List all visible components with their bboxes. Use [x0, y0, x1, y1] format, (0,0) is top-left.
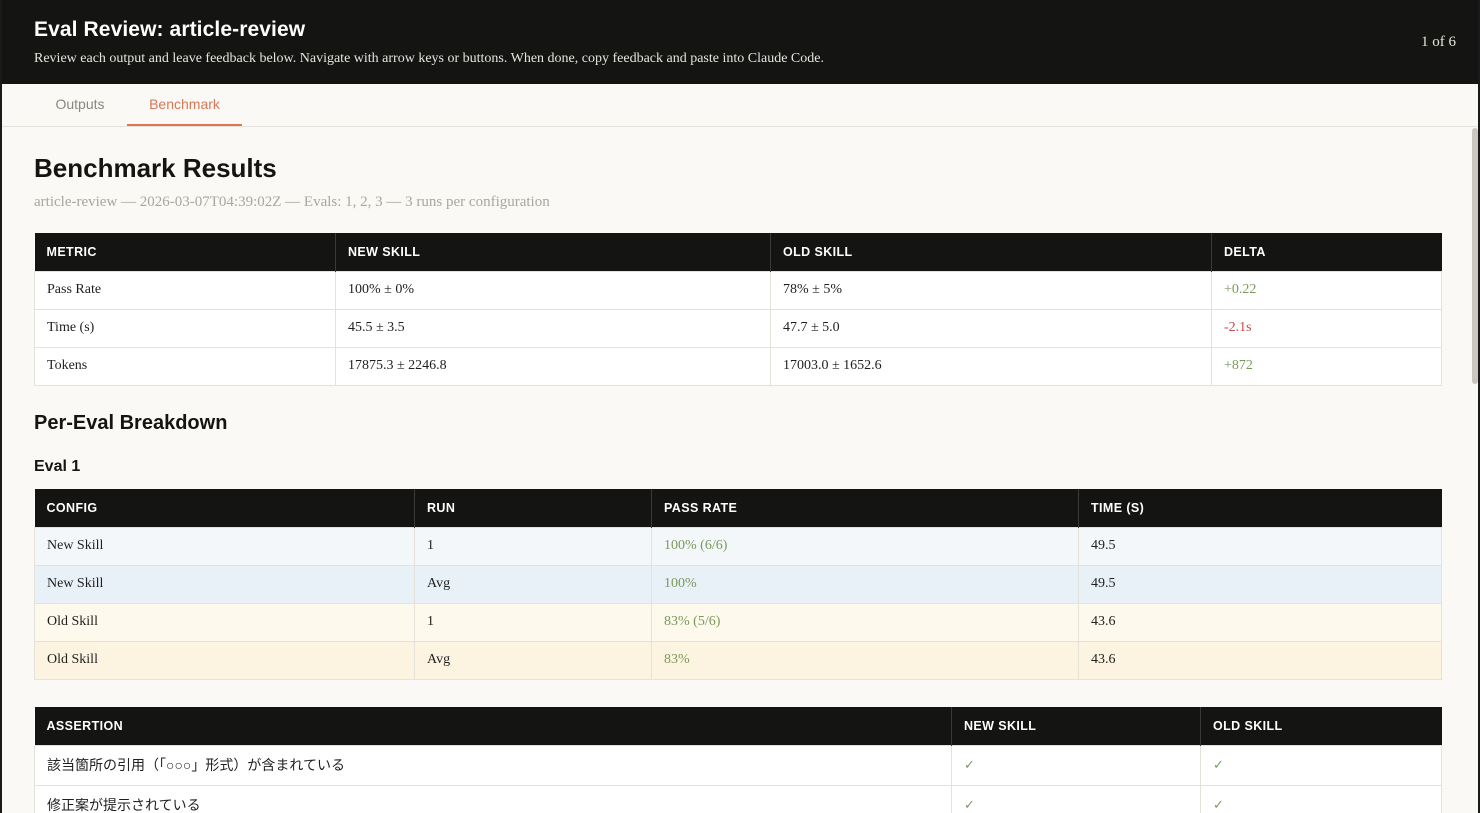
tab-outputs[interactable]: Outputs: [34, 84, 126, 126]
time-cell: 43.6: [1078, 602, 1442, 642]
summary-table: METRIC NEW SKILL OLD SKILL DELTA Pass Ra…: [34, 233, 1442, 386]
pass-rate-cell: 100% (6/6): [651, 526, 1079, 566]
config-cell: Old Skill: [34, 640, 415, 680]
eval-header-row: CONFIG RUN PASS RATE TIME (S): [34, 489, 1442, 527]
new-skill-value: 17875.3 ± 2246.8: [335, 346, 771, 386]
config-cell: New Skill: [34, 526, 415, 566]
col-new-skill: NEW SKILL: [335, 233, 771, 271]
config-cell: Old Skill: [34, 602, 415, 642]
tab-benchmark[interactable]: Benchmark: [127, 84, 242, 126]
benchmark-meta: article-review — 2026-03-07T04:39:02Z — …: [34, 194, 550, 211]
new-skill-value: 45.5 ± 3.5: [335, 308, 771, 348]
col-run: RUN: [414, 489, 652, 527]
assertion-text: 修正案が提示されている: [34, 784, 952, 813]
assertions-header-row: ASSERTION NEW SKILL OLD SKILL: [34, 707, 1442, 745]
time-cell: 43.6: [1078, 640, 1442, 680]
header-instructions: Review each output and leave feedback be…: [34, 51, 824, 66]
pass-rate-cell: 83% (5/6): [651, 602, 1079, 642]
table-row: New Skill 1 100% (6/6) 49.5: [34, 526, 1442, 566]
eval-1-table: CONFIG RUN PASS RATE TIME (S) New Skill …: [34, 489, 1442, 680]
meta-details: — 2026-03-07T04:39:02Z — Evals: 1, 2, 3 …: [117, 194, 550, 210]
page-header-title: Eval Review: article-review: [34, 18, 306, 41]
pass-rate-cell: 100%: [651, 564, 1079, 604]
pass-rate-cell: 83%: [651, 640, 1079, 680]
old-skill-value: 17003.0 ± 1652.6: [770, 346, 1212, 386]
delta-value: +0.22: [1211, 270, 1442, 310]
time-cell: 49.5: [1078, 526, 1442, 566]
check-icon: ✓: [951, 744, 1201, 786]
table-row: Old Skill Avg 83% 43.6: [34, 640, 1442, 680]
benchmark-title: Benchmark Results: [34, 153, 277, 183]
metric-name: Tokens: [34, 346, 336, 386]
run-cell: 1: [414, 602, 652, 642]
col-time: TIME (S): [1078, 489, 1442, 527]
review-window: Eval Review: article-review Review each …: [2, 0, 1478, 813]
check-icon: ✓: [1200, 784, 1442, 813]
meta-skill-name: article-review: [34, 194, 118, 210]
summary-header-row: METRIC NEW SKILL OLD SKILL DELTA: [34, 233, 1442, 271]
breakdown-heading: Per-Eval Breakdown: [34, 412, 228, 434]
delta-value: +872: [1211, 346, 1442, 386]
run-cell: Avg: [414, 640, 652, 680]
col-old-skill: OLD SKILL: [770, 233, 1212, 271]
check-icon: ✓: [1200, 744, 1442, 786]
scrollbar-thumb[interactable]: [1472, 128, 1478, 384]
col-pass-rate: PASS RATE: [651, 489, 1079, 527]
table-row: 修正案が提示されている ✓ ✓: [34, 784, 1442, 813]
metric-name: Pass Rate: [34, 270, 336, 310]
col-assertion: ASSERTION: [34, 707, 952, 745]
eval-1-heading: Eval 1: [34, 458, 81, 475]
assertion-text: 該当箇所の引用（「○○○」形式）が含まれている: [34, 744, 952, 786]
config-cell: New Skill: [34, 564, 415, 604]
col-delta: DELTA: [1211, 233, 1442, 271]
col-old-skill: OLD SKILL: [1200, 707, 1442, 745]
col-new-skill: NEW SKILL: [951, 707, 1201, 745]
old-skill-value: 47.7 ± 5.0: [770, 308, 1212, 348]
run-cell: Avg: [414, 564, 652, 604]
delta-value: -2.1s: [1211, 308, 1442, 348]
table-row: Time (s) 45.5 ± 3.5 47.7 ± 5.0 -2.1s: [34, 308, 1442, 348]
table-row: Old Skill 1 83% (5/6) 43.6: [34, 602, 1442, 642]
new-skill-value: 100% ± 0%: [335, 270, 771, 310]
output-counter: 1 of 6: [1421, 34, 1456, 50]
check-icon: ✓: [951, 784, 1201, 813]
old-skill-value: 78% ± 5%: [770, 270, 1212, 310]
metric-name: Time (s): [34, 308, 336, 348]
table-row: Pass Rate 100% ± 0% 78% ± 5% +0.22: [34, 270, 1442, 310]
tab-bar: Outputs Benchmark: [2, 84, 1478, 127]
run-cell: 1: [414, 526, 652, 566]
col-metric: METRIC: [34, 233, 336, 271]
col-config: CONFIG: [34, 489, 415, 527]
assertions-table: ASSERTION NEW SKILL OLD SKILL 該当箇所の引用（「○…: [34, 707, 1442, 813]
table-row: Tokens 17875.3 ± 2246.8 17003.0 ± 1652.6…: [34, 346, 1442, 386]
app-header: Eval Review: article-review Review each …: [2, 0, 1478, 84]
table-row: New Skill Avg 100% 49.5: [34, 564, 1442, 604]
time-cell: 49.5: [1078, 564, 1442, 604]
table-row: 該当箇所の引用（「○○○」形式）が含まれている ✓ ✓: [34, 744, 1442, 786]
